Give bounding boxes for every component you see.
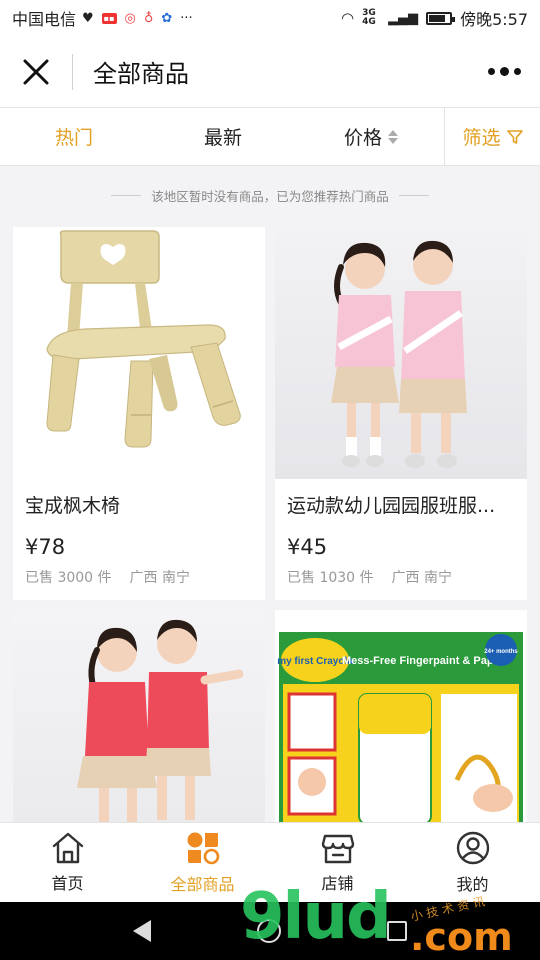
paw-icon: ✿ (161, 10, 173, 26)
home-icon (52, 832, 83, 863)
notice-text: 该地区暂时没有商品，已为您推荐热门商品 (151, 189, 389, 204)
product-image (13, 227, 265, 479)
sort-arrows-icon (388, 129, 398, 144)
nav-home-label: 首页 (51, 873, 84, 893)
more-dot (513, 68, 521, 75)
battery-icon (426, 11, 456, 25)
product-image: my first Crayola Mess-Free Fingerpaint &… (275, 610, 527, 822)
kids-red-uniform-image (77, 619, 244, 822)
notice-line (398, 195, 429, 196)
crayola-age-text: 24+ months (484, 649, 518, 655)
user-icon (456, 831, 489, 864)
more-dot (487, 68, 495, 75)
product-card[interactable] (13, 610, 265, 822)
notification-icons: ♥ ▪▪ ◎ ♁ ✿ ··· (82, 11, 193, 26)
battery-fill (429, 14, 446, 22)
heart-rate-icon: ♥ (82, 10, 94, 26)
nav-all-products-label: 全部商品 (170, 874, 235, 894)
grid-icon (187, 832, 219, 864)
page-header: 全部商品 (0, 36, 540, 108)
map-pin-icon: ♁ (143, 10, 154, 26)
more-dot (499, 67, 509, 76)
nav-mine[interactable]: 我的 (405, 823, 540, 902)
product-card[interactable]: 宝成枫木椅 ¥78 已售 3000 件 广西 南宁 (13, 227, 265, 600)
nav-home[interactable]: 首页 (0, 823, 135, 902)
recommend-notice: 该地区暂时没有商品，已为您推荐热门商品 (0, 186, 540, 205)
recent-apps-icon[interactable] (387, 921, 407, 941)
close-icon (23, 59, 49, 84)
filter-button[interactable]: 筛选 (445, 108, 540, 166)
weibo-icon: ◎ (124, 10, 136, 26)
sort-bar: 热门 最新 价格 筛选 (0, 107, 540, 166)
product-sold: 已售 3000 件 (25, 570, 112, 586)
clock: 傍晚5:57 (460, 10, 528, 29)
notice-line (111, 195, 142, 196)
carrier-label: 中国电信 (12, 10, 77, 29)
more-button[interactable] (468, 36, 540, 108)
signal-icon: ▂▄▆ (388, 10, 419, 26)
product-image (13, 610, 265, 822)
crayola-product-text: Mess-Free Fingerpaint & Paper (342, 655, 505, 667)
app-badge-icon: ▪▪ (101, 12, 117, 24)
close-button[interactable] (0, 36, 72, 108)
crayola-fingerpaint-image: my first Crayola Mess-Free Fingerpaint &… (277, 632, 523, 822)
nav-mine-label: 我的 (456, 874, 489, 894)
kids-uniform-image (331, 240, 467, 468)
tab-hot[interactable]: 热门 (0, 108, 148, 166)
product-meta: 已售 1030 件 广西 南宁 (287, 567, 452, 587)
filter-icon (506, 129, 523, 144)
product-meta: 已售 3000 件 广西 南宁 (25, 567, 190, 587)
network-type-label: 3G 4G (362, 8, 376, 27)
header-divider (72, 53, 73, 90)
filter-label: 筛选 (462, 127, 501, 149)
status-bar: 中国电信 ♥ ▪▪ ◎ ♁ ✿ ··· ◠ 3G 4G ▂▄▆ 傍晚5:57 (0, 0, 540, 36)
product-image (275, 227, 527, 479)
tab-newest[interactable]: 最新 (148, 108, 298, 166)
tab-price[interactable]: 价格 (298, 108, 444, 166)
product-name: 运动款幼儿园园服班服... (287, 495, 496, 517)
wifi-icon: ◠ (340, 9, 355, 27)
watermark-logo: 9lud (240, 880, 392, 954)
back-icon[interactable] (133, 920, 151, 942)
product-sold: 已售 1030 件 (287, 570, 374, 586)
product-card[interactable]: my first Crayola Mess-Free Fingerpaint &… (275, 610, 527, 822)
tab-price-label: 价格 (343, 127, 382, 149)
product-location: 广西 南宁 (391, 570, 452, 586)
page-title: 全部商品 (93, 60, 189, 88)
more-notifications: ··· (180, 10, 193, 26)
chair-image (46, 230, 241, 448)
product-price: ¥45 (287, 535, 328, 559)
product-location: 广西 南宁 (129, 570, 190, 586)
product-price: ¥78 (25, 535, 66, 559)
product-card[interactable]: 运动款幼儿园园服班服... ¥45 已售 1030 件 广西 南宁 (275, 227, 527, 600)
store-icon (321, 834, 354, 863)
product-name: 宝成枫木椅 (25, 495, 121, 517)
